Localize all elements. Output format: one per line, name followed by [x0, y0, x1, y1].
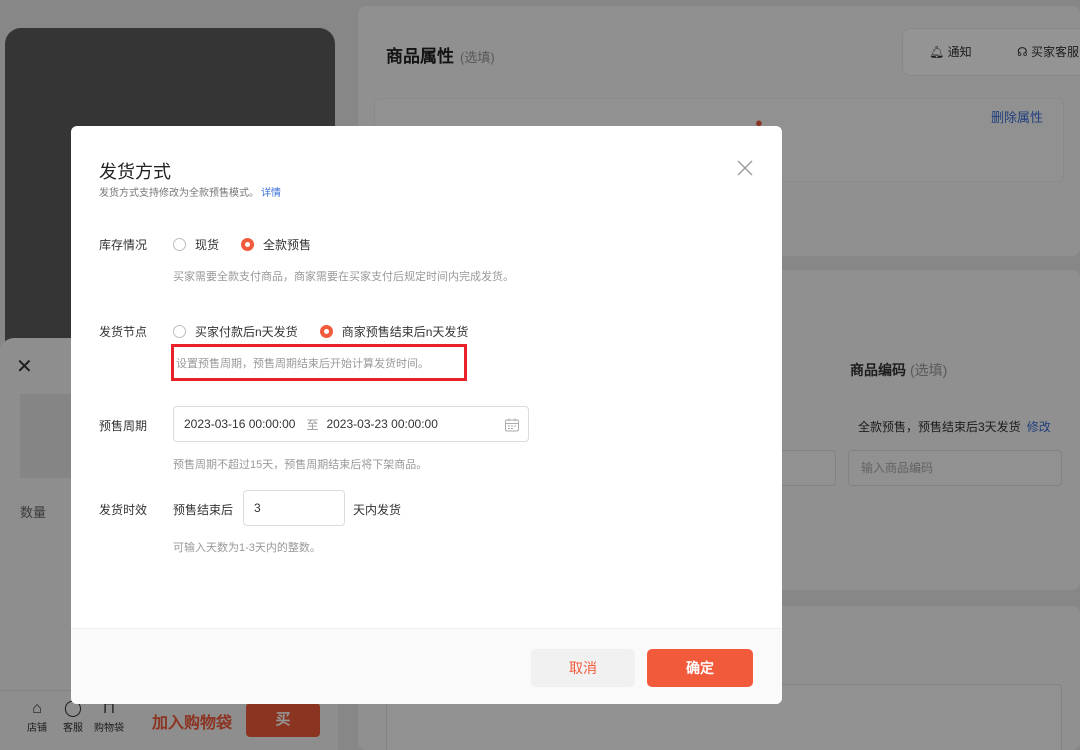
start-date[interactable]: 2023-03-16 00:00:00 — [184, 417, 295, 431]
close-icon[interactable] — [733, 156, 757, 180]
dialog-footer: 取消 确定 — [71, 628, 782, 704]
ship-time-prefix: 预售结束后 — [173, 503, 234, 517]
calendar-icon[interactable] — [504, 417, 520, 433]
stock-hint: 买家需要全款支付商品，商家需要在买家支付后规定时间内完成发货。 — [173, 271, 514, 283]
radio-full-presale[interactable]: 全款预售 — [241, 236, 311, 253]
presale-period-label: 预售周期 — [99, 419, 148, 433]
radio-unchecked — [173, 325, 186, 338]
radio-spot-stock[interactable]: 现货 — [173, 236, 219, 253]
radio-checked — [241, 238, 255, 251]
dialog-title: 发货方式 — [99, 162, 171, 182]
radio-label: 商家预售结束后n天发货 — [341, 325, 469, 339]
ship-time-hint: 可输入天数为1-3天内的整数。 — [173, 542, 321, 554]
shipping-method-dialog: 发货方式 发货方式支持修改为全款预售模式。 详情 库存情况 现货 全款预售 买家需… — [71, 126, 782, 704]
dialog-subtitle-text: 发货方式支持修改为全款预售模式。 — [99, 188, 259, 199]
cancel-button[interactable]: 取消 — [531, 649, 635, 687]
end-date[interactable]: 2023-03-23 00:00:00 — [326, 417, 437, 431]
annotation-highlight-box — [171, 344, 467, 381]
radio-unchecked — [173, 238, 186, 251]
radio-label: 现货 — [195, 238, 220, 252]
radio-label: 全款预售 — [263, 238, 312, 252]
radio-checked — [319, 325, 333, 338]
stock-label: 库存情况 — [99, 238, 148, 252]
radio-label: 买家付款后n天发货 — [195, 325, 298, 339]
presale-period-hint: 预售周期不超过15天，预售周期结束后将下架商品。 — [173, 459, 428, 471]
range-separator: 至 — [306, 417, 319, 432]
ship-node-label: 发货节点 — [99, 325, 148, 339]
radio-after-presale-end[interactable]: 商家预售结束后n天发货 — [319, 323, 469, 340]
radio-after-payment[interactable]: 买家付款后n天发货 — [173, 323, 298, 340]
presale-date-range-picker[interactable]: 2023-03-16 00:00:00 至 2023-03-23 00:00:0… — [173, 406, 529, 442]
ship-time-suffix: 天内发货 — [353, 503, 402, 517]
ship-time-label: 发货时效 — [99, 503, 148, 517]
confirm-button[interactable]: 确定 — [647, 649, 753, 687]
ship-node-radio-group: 买家付款后n天发货 商家预售结束后n天发货 — [173, 323, 490, 340]
dialog-subtitle: 发货方式支持修改为全款预售模式。 详情 — [99, 184, 281, 199]
ship-days-input[interactable] — [243, 490, 345, 526]
detail-link[interactable]: 详情 — [261, 188, 281, 199]
stock-radio-group: 现货 全款预售 — [173, 236, 333, 253]
